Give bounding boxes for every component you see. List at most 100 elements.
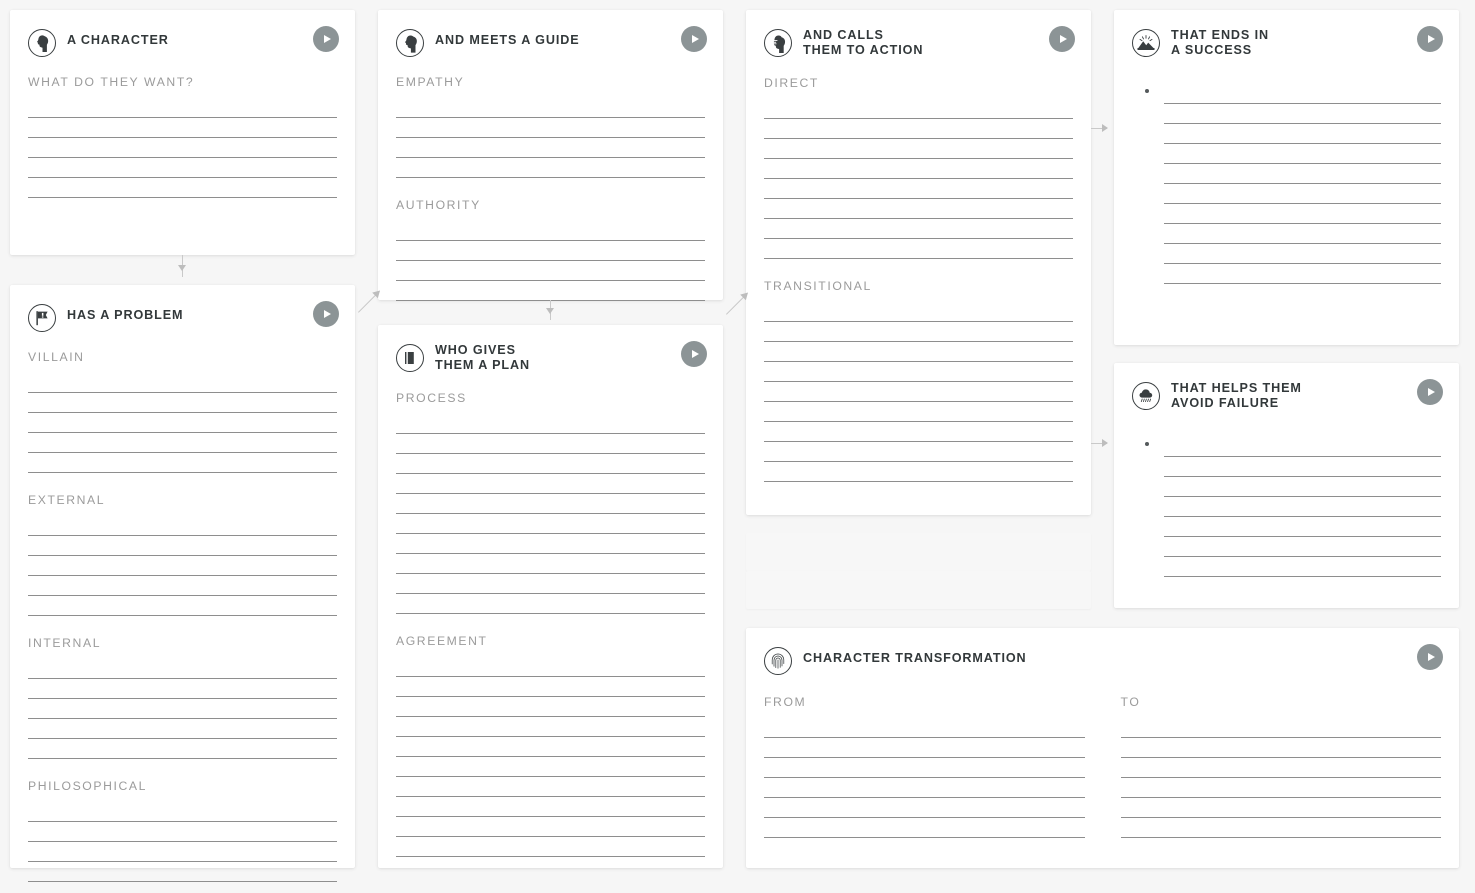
write-line[interactable] — [1164, 164, 1441, 184]
card-character-transformation[interactable]: CHARACTER TRANSFORMATION FROM TO — [746, 628, 1459, 868]
write-line[interactable] — [1164, 84, 1441, 104]
write-line[interactable] — [1164, 204, 1441, 224]
write-line[interactable] — [764, 239, 1073, 259]
write-line[interactable] — [28, 118, 337, 138]
write-line[interactable] — [396, 554, 705, 574]
write-line[interactable] — [1164, 497, 1441, 517]
write-line[interactable] — [28, 98, 337, 118]
write-line[interactable] — [764, 219, 1073, 239]
card-a-character[interactable]: A CHARACTER WHAT DO THEY WANT? — [10, 10, 355, 255]
write-line[interactable] — [396, 677, 705, 697]
write-line[interactable] — [28, 719, 337, 739]
write-line[interactable] — [396, 797, 705, 817]
write-line[interactable] — [396, 414, 705, 434]
write-line[interactable] — [28, 433, 337, 453]
play-button[interactable] — [1049, 26, 1075, 52]
write-line[interactable] — [764, 362, 1073, 382]
write-line[interactable] — [1120, 798, 1441, 818]
write-line[interactable] — [28, 413, 337, 433]
write-line[interactable] — [396, 241, 705, 261]
write-line[interactable] — [1164, 144, 1441, 164]
card-and-meets-a-guide[interactable]: AND MEETS A GUIDE EMPATHY AUTHORITY — [378, 10, 723, 301]
write-line[interactable] — [396, 534, 705, 554]
write-line[interactable] — [396, 837, 705, 857]
card-that-ends-in-a-success[interactable]: THAT ENDS IN A SUCCESS — [1114, 10, 1459, 345]
play-button[interactable] — [1417, 644, 1443, 670]
write-line[interactable] — [764, 778, 1085, 798]
play-button[interactable] — [313, 301, 339, 327]
write-line[interactable] — [764, 139, 1073, 159]
write-line[interactable] — [764, 462, 1073, 482]
write-line[interactable] — [764, 119, 1073, 139]
write-line[interactable] — [28, 138, 337, 158]
write-line[interactable] — [396, 717, 705, 737]
write-line[interactable] — [764, 382, 1073, 402]
write-line[interactable] — [28, 679, 337, 699]
write-line[interactable] — [1164, 244, 1441, 264]
write-line[interactable] — [1164, 477, 1441, 497]
write-line[interactable] — [28, 453, 337, 473]
write-line[interactable] — [396, 757, 705, 777]
write-line[interactable] — [764, 818, 1085, 838]
write-line[interactable] — [1120, 738, 1441, 758]
write-line[interactable] — [28, 516, 337, 536]
write-line[interactable] — [28, 158, 337, 178]
write-line[interactable] — [764, 302, 1073, 322]
write-line[interactable] — [28, 802, 337, 822]
write-line[interactable] — [396, 777, 705, 797]
card-that-helps-them-avoid-failure[interactable]: THAT HELPS THEM AVOID FAILURE — [1114, 363, 1459, 608]
write-line[interactable] — [396, 474, 705, 494]
write-line[interactable] — [396, 434, 705, 454]
write-line[interactable] — [28, 822, 337, 842]
write-line[interactable] — [396, 98, 705, 118]
write-line[interactable] — [396, 737, 705, 757]
write-line[interactable] — [28, 556, 337, 576]
write-line[interactable] — [764, 422, 1073, 442]
write-line[interactable] — [1164, 104, 1441, 124]
write-line[interactable] — [396, 118, 705, 138]
write-line[interactable] — [396, 138, 705, 158]
write-line[interactable] — [1164, 557, 1441, 577]
write-line[interactable] — [28, 536, 337, 556]
write-line[interactable] — [396, 454, 705, 474]
write-line[interactable] — [764, 442, 1073, 462]
write-line[interactable] — [764, 342, 1073, 362]
write-line[interactable] — [396, 261, 705, 281]
write-line[interactable] — [1120, 778, 1441, 798]
write-line[interactable] — [396, 281, 705, 301]
write-line[interactable] — [764, 159, 1073, 179]
card-and-calls-them-to-action[interactable]: AND CALLS THEM TO ACTION DIRECT TRANSITIO… — [746, 10, 1091, 515]
write-line[interactable] — [764, 199, 1073, 219]
write-line[interactable] — [1164, 437, 1441, 457]
write-line[interactable] — [28, 393, 337, 413]
write-line[interactable] — [764, 402, 1073, 422]
write-line[interactable] — [396, 574, 705, 594]
write-line[interactable] — [396, 221, 705, 241]
write-line[interactable] — [396, 817, 705, 837]
write-line[interactable] — [1164, 124, 1441, 144]
write-line[interactable] — [28, 862, 337, 882]
write-line[interactable] — [28, 373, 337, 393]
write-line[interactable] — [764, 798, 1085, 818]
write-line[interactable] — [1164, 517, 1441, 537]
play-button[interactable] — [313, 26, 339, 52]
write-line[interactable] — [28, 178, 337, 198]
write-line[interactable] — [764, 758, 1085, 778]
write-line[interactable] — [28, 576, 337, 596]
card-has-a-problem[interactable]: HAS A PROBLEM VILLAIN EXTERNAL INTERNAL PHI… — [10, 285, 355, 882]
write-line[interactable] — [764, 738, 1085, 758]
write-line[interactable] — [1164, 457, 1441, 477]
write-line[interactable] — [1164, 537, 1441, 557]
play-button[interactable] — [681, 341, 707, 367]
play-button[interactable] — [1417, 26, 1443, 52]
write-line[interactable] — [28, 739, 337, 759]
write-line[interactable] — [28, 699, 337, 719]
write-line[interactable] — [764, 99, 1073, 119]
write-line[interactable] — [1120, 758, 1441, 778]
write-line[interactable] — [1164, 184, 1441, 204]
write-line[interactable] — [1120, 818, 1441, 838]
write-line[interactable] — [396, 494, 705, 514]
write-line[interactable] — [396, 697, 705, 717]
write-line[interactable] — [764, 179, 1073, 199]
write-line[interactable] — [28, 882, 337, 893]
